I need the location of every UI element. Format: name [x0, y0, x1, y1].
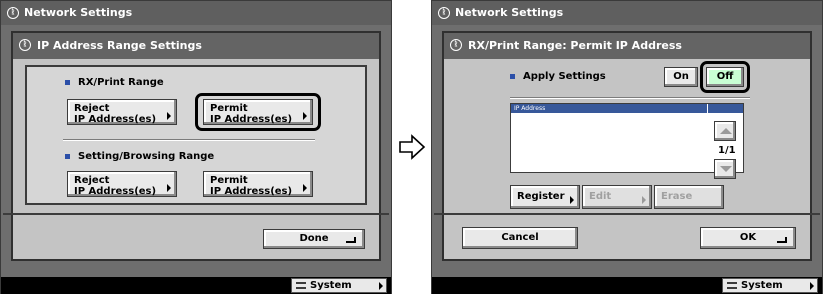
section-divider [510, 97, 750, 99]
arrow-right-icon [379, 282, 383, 290]
register-button[interactable]: Register [510, 185, 580, 209]
system-monitor-icon [727, 282, 737, 289]
panel-title: RX/Print Range: Permit IP Address [468, 39, 682, 52]
section-divider [63, 139, 315, 141]
arrow-right-icon [303, 112, 307, 120]
apply-settings-label: Apply Settings [510, 71, 606, 82]
system-monitor-icon [296, 282, 306, 289]
reject-rx-ip-button[interactable]: Reject IP Address(es) [67, 99, 177, 125]
edit-button[interactable]: Edit [582, 185, 652, 209]
permit-ip-content: Apply Settings On Off IP Address 1/1 Reg… [456, 59, 798, 209]
ip-range-settings-panel: ᚱ IP Address Range Settings RX/Print Ran… [3, 31, 389, 261]
ip-list-header-separator [707, 104, 708, 113]
range-settings-box: RX/Print Range Reject IP Address(es) Per… [25, 65, 367, 205]
enter-icon [777, 237, 787, 243]
page-indicator: 1/1 [718, 145, 736, 156]
permit-browsing-ip-button[interactable]: Permit IP Address(es) [203, 171, 313, 197]
panel-header: ᚱ RX/Print Range: Permit IP Address [444, 33, 810, 59]
panel-title: IP Address Range Settings [37, 39, 202, 52]
panel-header: ᚱ IP Address Range Settings [13, 33, 379, 59]
network-settings-icon: ᚱ [7, 7, 19, 19]
left-screen: ᚱ Network Settings ᚱ IP Address Range Se… [0, 0, 392, 294]
status-strip: System Monitor [432, 277, 822, 294]
right-arrow-outline-icon [399, 134, 426, 160]
erase-button[interactable]: Erase [654, 185, 724, 209]
panel-bottom-rule [3, 213, 389, 215]
scroll-up-button[interactable] [714, 121, 736, 141]
arrow-right-icon [810, 282, 814, 290]
arrow-right-icon [642, 196, 646, 204]
window-title-bar: ᚱ Network Settings [1, 1, 391, 25]
cancel-button[interactable]: Cancel [462, 227, 578, 249]
ok-button[interactable]: OK [700, 227, 796, 249]
window-title: Network Settings [455, 6, 564, 19]
bullet-icon [510, 73, 515, 79]
ip-list-body[interactable] [511, 113, 707, 172]
panel-bottom-rule [434, 213, 820, 215]
arrow-right-icon [303, 184, 307, 192]
right-screen: ᚱ Network Settings ᚱ RX/Print Range: Per… [431, 0, 823, 294]
triangle-up-icon [720, 128, 732, 134]
ip-address-list: IP Address [510, 103, 744, 173]
permit-ip-panel: ᚱ RX/Print Range: Permit IP Address Appl… [434, 31, 820, 261]
enter-icon [346, 237, 356, 243]
network-settings-icon: ᚱ [450, 39, 462, 51]
on-button[interactable]: On [664, 67, 698, 87]
ip-list-header: IP Address [511, 104, 743, 113]
permit-rx-ip-button[interactable]: Permit IP Address(es) [203, 99, 313, 125]
window-title-bar: ᚱ Network Settings [432, 1, 822, 25]
system-monitor-button[interactable]: System Monitor [722, 278, 818, 294]
triangle-down-icon [720, 166, 732, 172]
off-button[interactable]: Off [706, 67, 744, 87]
system-monitor-button[interactable]: System Monitor [291, 278, 387, 294]
reject-browsing-ip-button[interactable]: Reject IP Address(es) [67, 171, 177, 197]
bullet-icon [65, 79, 70, 85]
section-label-rx-print: RX/Print Range [65, 77, 164, 88]
status-strip: System Monitor [1, 277, 391, 294]
window-title: Network Settings [24, 6, 133, 19]
bullet-icon [65, 153, 70, 159]
network-settings-icon: ᚱ [438, 7, 450, 19]
arrow-right-icon [570, 196, 574, 204]
scroll-down-button[interactable] [714, 159, 736, 179]
section-label-browsing: Setting/Browsing Range [65, 151, 214, 162]
arrow-right-icon [167, 184, 171, 192]
network-settings-icon: ᚱ [19, 39, 31, 51]
arrow-right-icon [167, 112, 171, 120]
done-button[interactable]: Done [263, 229, 365, 249]
